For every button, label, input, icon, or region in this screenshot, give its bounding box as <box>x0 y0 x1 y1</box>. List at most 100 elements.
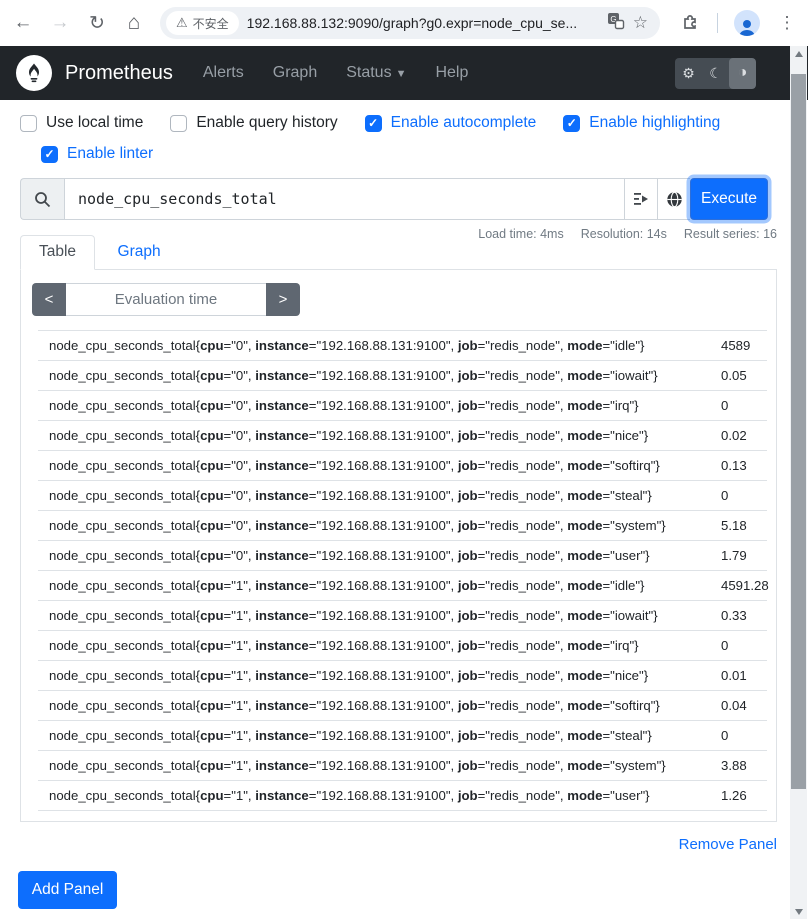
metric-expression: node_cpu_seconds_total{cpu="1", instance… <box>49 728 721 743</box>
auto-theme-contrast-icon[interactable]: ◑ <box>729 58 756 89</box>
tab-table[interactable]: Table <box>20 235 95 270</box>
page-scrollbar[interactable] <box>790 46 807 919</box>
query-expression-input[interactable] <box>64 178 624 220</box>
evaluation-time-input[interactable] <box>66 283 266 316</box>
url-text[interactable]: 192.168.88.132:9090/graph?g0.expr=node_c… <box>247 15 599 31</box>
checkbox-icon[interactable] <box>365 115 382 132</box>
options-row-1: Use local time Enable query history Enab… <box>20 114 757 132</box>
metric-expression: node_cpu_seconds_total{cpu="0", instance… <box>49 368 721 383</box>
prometheus-logo-icon[interactable] <box>16 55 52 91</box>
prometheus-navbar: Prometheus Alerts Graph Status▼ Help ⚙ ☾… <box>0 46 808 100</box>
load-time: Load time: 4ms <box>478 227 563 241</box>
reload-icon[interactable]: ↻ <box>86 12 108 35</box>
nav-links: Alerts Graph Status▼ Help <box>203 64 469 82</box>
checkbox-icon[interactable] <box>170 115 187 132</box>
home-icon[interactable]: ⌂ <box>123 11 145 35</box>
table-row: node_cpu_seconds_total{cpu="1", instance… <box>38 661 767 691</box>
dark-theme-moon-icon[interactable]: ☾ <box>702 58 729 89</box>
table-row: node_cpu_seconds_total{cpu="1", instance… <box>38 751 767 781</box>
metric-value: 0.33 <box>721 608 767 623</box>
metric-value: 0.05 <box>721 368 767 383</box>
checkbox-enable-linter[interactable]: Enable linter <box>41 145 153 163</box>
metric-expression: node_cpu_seconds_total{cpu="1", instance… <box>49 668 721 683</box>
table-row: node_cpu_seconds_total{cpu="1", instance… <box>38 781 767 811</box>
checkbox-icon[interactable] <box>563 115 580 132</box>
security-chip[interactable]: ⚠ 不安全 <box>166 11 239 35</box>
metric-value: 5.18 <box>721 518 767 533</box>
profile-avatar[interactable] <box>734 10 760 36</box>
warning-icon: ⚠ <box>176 15 188 31</box>
back-icon[interactable]: ← <box>12 12 34 34</box>
add-panel-button[interactable]: Add Panel <box>18 871 117 909</box>
metric-value: 4589 <box>721 338 767 353</box>
metrics-explorer-globe-icon[interactable] <box>657 178 690 220</box>
scroll-up-icon[interactable] <box>790 46 807 61</box>
query-stats: Load time: 4ms Resolution: 14s Result se… <box>478 227 777 241</box>
scrollbar-thumb[interactable] <box>791 74 806 789</box>
extensions-icon[interactable] <box>681 11 701 36</box>
metric-expression: node_cpu_seconds_total{cpu="0", instance… <box>49 428 721 443</box>
translate-icon[interactable]: G <box>607 12 625 35</box>
query-tree-view-icon[interactable] <box>624 178 657 220</box>
eval-time-next-button[interactable]: > <box>266 283 300 316</box>
metric-expression: node_cpu_seconds_total{cpu="0", instance… <box>49 548 721 563</box>
checkbox-use-local-time[interactable]: Use local time <box>20 114 143 132</box>
metric-value: 1.26 <box>721 788 767 803</box>
scroll-down-icon[interactable] <box>790 904 807 919</box>
nav-link-help[interactable]: Help <box>435 64 468 82</box>
table-row: node_cpu_seconds_total{cpu="0", instance… <box>38 511 767 541</box>
address-bar[interactable]: ⚠ 不安全 192.168.88.132:9090/graph?g0.expr=… <box>160 7 660 39</box>
metric-expression: node_cpu_seconds_total{cpu="0", instance… <box>49 488 721 503</box>
evaluation-time-control: < > <box>32 283 300 316</box>
eval-time-prev-button[interactable]: < <box>32 283 66 316</box>
checkbox-icon[interactable] <box>20 115 37 132</box>
table-row: node_cpu_seconds_total{cpu="1", instance… <box>38 691 767 721</box>
checkbox-enable-query-history[interactable]: Enable query history <box>170 114 337 132</box>
metric-value: 0.01 <box>721 668 767 683</box>
table-row: node_cpu_seconds_total{cpu="1", instance… <box>38 571 767 601</box>
bookmark-star-icon[interactable]: ☆ <box>633 13 648 33</box>
metric-value: 0 <box>721 728 767 743</box>
table-panel: < > node_cpu_seconds_total{cpu="0", inst… <box>20 270 777 822</box>
metric-value: 0 <box>721 638 767 653</box>
forward-icon: → <box>49 12 71 34</box>
nav-link-status[interactable]: Status▼ <box>346 64 406 82</box>
metric-value: 0 <box>721 398 767 413</box>
metric-expression: node_cpu_seconds_total{cpu="0", instance… <box>49 518 721 533</box>
metric-value: 3.88 <box>721 758 767 773</box>
metric-expression: node_cpu_seconds_total{cpu="0", instance… <box>49 398 721 413</box>
execute-button[interactable]: Execute <box>690 178 768 220</box>
metric-value: 0.13 <box>721 458 767 473</box>
nav-link-graph[interactable]: Graph <box>273 64 317 82</box>
panel-footer: Remove Panel <box>20 836 777 853</box>
tab-graph[interactable]: Graph <box>100 236 179 269</box>
metric-value: 0.02 <box>721 428 767 443</box>
options-row-2: Enable linter <box>41 145 757 163</box>
checkbox-icon[interactable] <box>41 146 58 163</box>
browser-menu-icon[interactable]: ⋮ <box>776 13 798 33</box>
table-row: node_cpu_seconds_total{cpu="1", instance… <box>38 631 767 661</box>
table-row: node_cpu_seconds_total{cpu="0", instance… <box>38 481 767 511</box>
remove-panel-link[interactable]: Remove Panel <box>679 836 777 853</box>
metric-expression: node_cpu_seconds_total{cpu="1", instance… <box>49 788 721 803</box>
table-row: node_cpu_seconds_total{cpu="0", instance… <box>38 541 767 571</box>
result-series: Result series: 16 <box>684 227 777 241</box>
checkbox-enable-autocomplete[interactable]: Enable autocomplete <box>365 114 537 132</box>
browser-toolbar: ← → ↻ ⌂ ⚠ 不安全 192.168.88.132:9090/graph?… <box>0 0 808 46</box>
browser-actions: ⋮ <box>681 10 798 36</box>
metric-expression: node_cpu_seconds_total{cpu="0", instance… <box>49 458 721 473</box>
settings-gear-icon[interactable]: ⚙ <box>675 58 702 89</box>
metric-value: 0.04 <box>721 698 767 713</box>
nav-link-alerts[interactable]: Alerts <box>203 64 244 82</box>
metric-table: node_cpu_seconds_total{cpu="0", instance… <box>38 330 767 811</box>
theme-toggle-group: ⚙ ☾ ◑ <box>675 58 756 89</box>
checkbox-enable-highlighting[interactable]: Enable highlighting <box>563 114 720 132</box>
graph-page: Use local time Enable query history Enab… <box>0 100 757 909</box>
metric-value: 0 <box>721 488 767 503</box>
metric-expression: node_cpu_seconds_total{cpu="1", instance… <box>49 578 721 593</box>
brand-title[interactable]: Prometheus <box>65 62 173 85</box>
search-icon <box>20 178 64 220</box>
table-row: node_cpu_seconds_total{cpu="0", instance… <box>38 421 767 451</box>
security-label: 不安全 <box>193 15 229 32</box>
table-row: node_cpu_seconds_total{cpu="1", instance… <box>38 601 767 631</box>
